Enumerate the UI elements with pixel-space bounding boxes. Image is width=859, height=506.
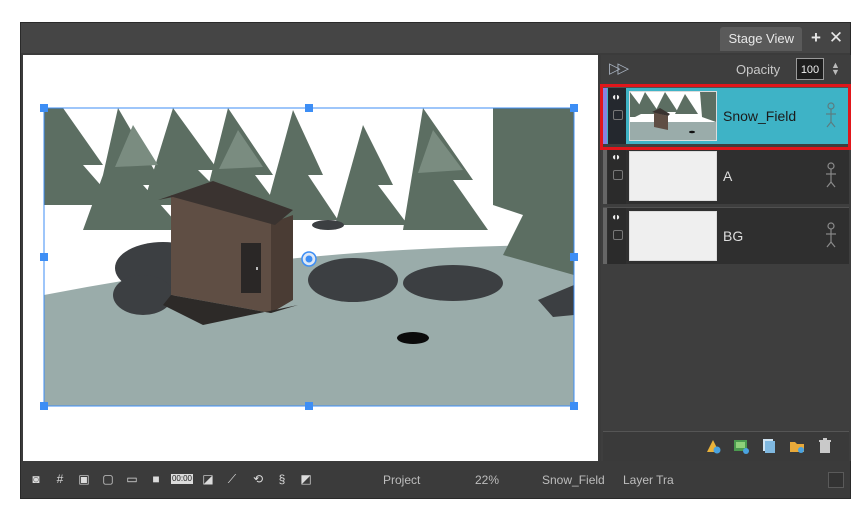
overlay-icon[interactable]: ◪ [201, 473, 215, 485]
layer-name[interactable]: A [723, 168, 732, 184]
layer-row-snow-field[interactable]: ◖◗ Snow_Field [603, 87, 849, 144]
camera-mask-icon[interactable]: ▭ [125, 473, 139, 485]
eye-icon[interactable]: ◖◗ [611, 152, 621, 163]
harmony-window: Stage View + ✕ ▷▷ Opacity 100 ▲ ▼ ◖◗ Sno… [20, 22, 851, 499]
reset-view-icon[interactable]: ◙ [29, 473, 43, 485]
stage-scene [40, 104, 578, 410]
snow-hole [397, 332, 429, 344]
opacity-field[interactable]: 100 [796, 58, 824, 80]
trajectory-icon[interactable]: ⟋ [225, 473, 239, 485]
import-folder-icon[interactable] [789, 438, 805, 454]
zoom-select[interactable]: 22% [475, 473, 499, 487]
opacity-spinner-icon[interactable]: ▲ ▼ [831, 61, 840, 77]
stage-viewport[interactable] [23, 55, 598, 461]
tab-stage-view[interactable]: Stage View [720, 27, 802, 51]
layer-tool-label: Layer Tra [623, 473, 674, 487]
layers-panel: ▷▷ Opacity 100 ▲ ▼ ◖◗ Snow_Field ◖◗ A ◖◗… [601, 55, 851, 461]
peg-icon[interactable] [825, 102, 837, 128]
camera-select[interactable]: Project [383, 473, 420, 487]
opacity-label: Opacity [736, 62, 781, 77]
timecode-icon[interactable]: 00:00 [171, 474, 193, 484]
layer-row-a[interactable]: ◖◗ A [603, 147, 849, 204]
eye-icon[interactable]: ◖◗ [611, 212, 621, 223]
add-layer-icon[interactable] [761, 438, 777, 454]
peg-icon[interactable] [825, 162, 837, 188]
expand-icon[interactable]: ▷▷ [609, 59, 629, 77]
lock-icon[interactable] [613, 230, 623, 240]
rotate-view-icon[interactable]: ⟲ [251, 473, 265, 485]
layer-color-marker [603, 88, 607, 144]
layer-name[interactable]: Snow_Field [723, 108, 796, 124]
onion-skin-icon[interactable]: § [275, 473, 289, 485]
safe-area-icon[interactable]: ▣ [77, 473, 91, 485]
render-preview-icon[interactable]: ■ [149, 473, 163, 485]
light-table-icon[interactable]: ◩ [299, 473, 313, 485]
add-image-layer-icon[interactable] [733, 438, 749, 454]
layers-panel-footer [603, 431, 849, 461]
layer-name[interactable]: BG [723, 228, 743, 244]
layer-thumbnail [629, 211, 717, 261]
layers-panel-header: ▷▷ Opacity 100 ▲ ▼ [601, 55, 851, 85]
layer-controls: ◖◗ [608, 148, 626, 204]
statusbar: ◙ # ▣ ▢ ▭ ■ 00:00 ◪ ⟋ ⟲ § ◩ Project 22% … [21, 462, 850, 498]
frame-icon[interactable]: ▢ [101, 473, 115, 485]
status-corner-toggle[interactable] [828, 472, 844, 488]
plus-icon[interactable]: + [808, 29, 824, 47]
add-drawing-layer-icon[interactable] [705, 438, 721, 454]
layer-thumbnail [629, 91, 717, 141]
layer-color-marker [603, 208, 607, 264]
peg-icon[interactable] [825, 222, 837, 248]
delete-icon[interactable] [817, 438, 833, 454]
grid-icon[interactable]: # [53, 473, 67, 485]
layer-thumbnail [629, 151, 717, 201]
layer-color-marker [603, 148, 607, 204]
titlebar: Stage View + ✕ [21, 23, 850, 53]
layer-controls: ◖◗ [608, 208, 626, 264]
lock-icon[interactable] [613, 110, 623, 120]
layer-row-bg[interactable]: ◖◗ BG [603, 207, 849, 264]
close-icon[interactable]: ✕ [828, 29, 844, 47]
eye-icon[interactable]: ◖◗ [611, 92, 621, 103]
lock-icon[interactable] [613, 170, 623, 180]
current-layer-label: Snow_Field [542, 473, 605, 487]
layer-controls: ◖◗ [608, 88, 626, 144]
